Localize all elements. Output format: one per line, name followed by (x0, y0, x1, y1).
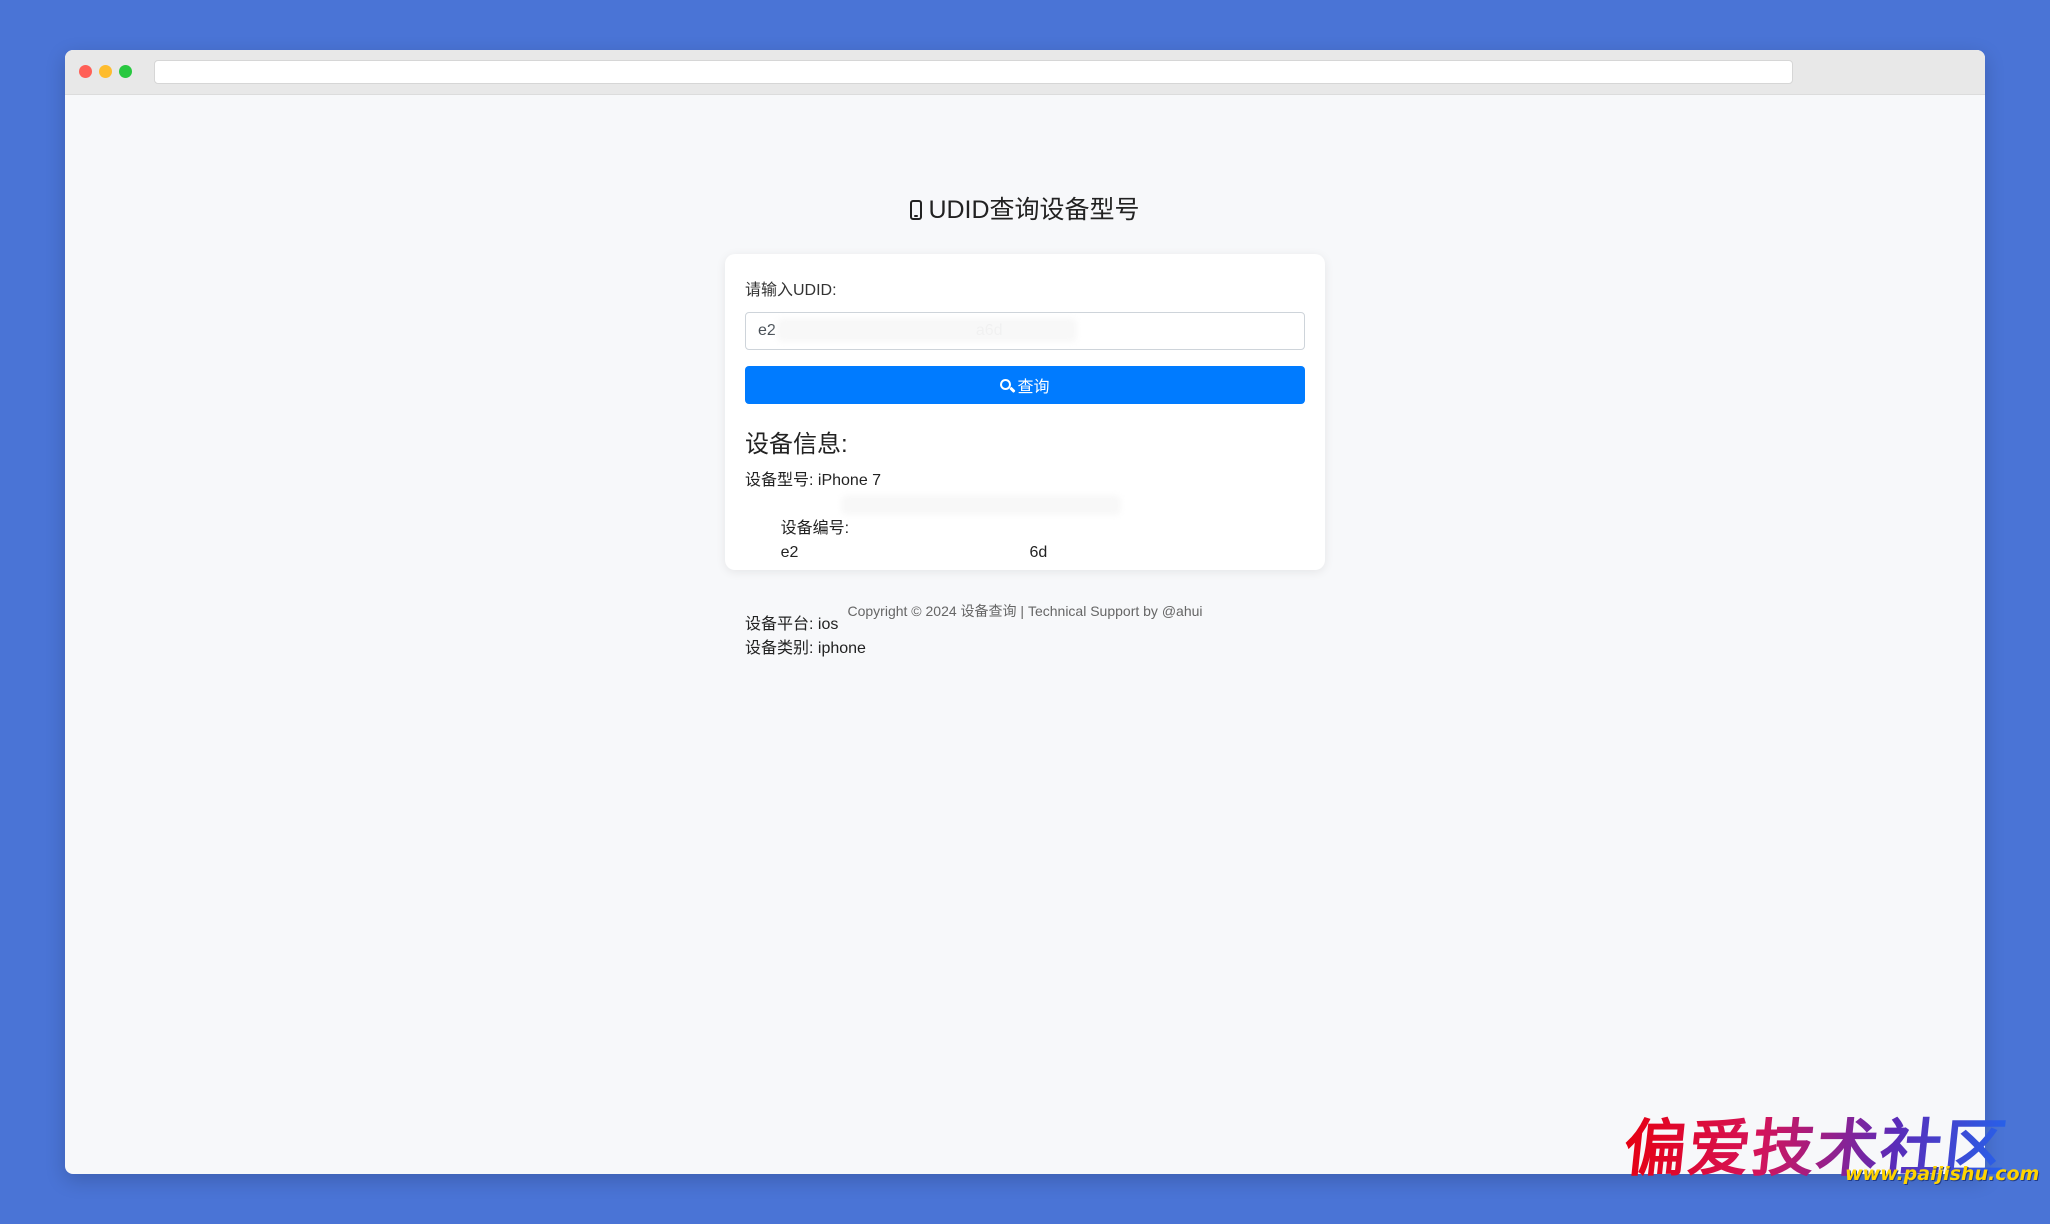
address-bar[interactable] (154, 60, 1793, 84)
device-category-row: 设备类别: iphone (745, 637, 1305, 661)
device-category-label: 设备类别: (745, 640, 814, 657)
window-titlebar (65, 50, 1985, 95)
device-model-value: iPhone 7 (817, 472, 882, 489)
udid-field-label: 请输入UDID: (745, 282, 837, 299)
maximize-window-button[interactable] (119, 65, 132, 78)
udid-input-wrapper (745, 312, 1305, 350)
query-button-label: 查询 (1017, 379, 1050, 396)
page-title-text: UDID查询设备型号 (928, 196, 1140, 224)
redaction-blur (777, 318, 1077, 342)
redaction-blur (841, 495, 1121, 515)
browser-window: UDID查询设备型号 请输入UDID: 查询 设备信息: 设备型号: iPhon… (65, 50, 1985, 1174)
watermark-url: www.paijishu.com (1845, 1163, 2040, 1185)
close-window-button[interactable] (79, 65, 92, 78)
device-udid-row: 设备编号: e2 6d (745, 493, 1305, 613)
device-category-value: iphone (817, 640, 866, 657)
page-footer: Copyright © 2024 设备查询 | Technical Suppor… (847, 603, 1203, 619)
device-info-heading: 设备信息: (745, 431, 848, 458)
minimize-window-button[interactable] (99, 65, 112, 78)
query-card: 请输入UDID: 查询 设备信息: 设备型号: iPhone 7 设备编号: e… (725, 254, 1325, 657)
device-udid-value: e2 6d (780, 544, 1048, 561)
search-icon (1000, 378, 1012, 390)
page-title: UDID查询设备型号 (65, 190, 1985, 226)
device-model-row: 设备型号: iPhone 7 (745, 469, 1305, 493)
device-udid-label: 设备编号: (780, 520, 850, 537)
mobile-phone-icon (910, 200, 923, 220)
query-button[interactable]: 查询 (745, 366, 1305, 404)
page-content: UDID查询设备型号 请输入UDID: 查询 设备信息: 设备型号: iPhon… (65, 95, 1985, 1174)
device-model-label: 设备型号: (745, 472, 814, 489)
